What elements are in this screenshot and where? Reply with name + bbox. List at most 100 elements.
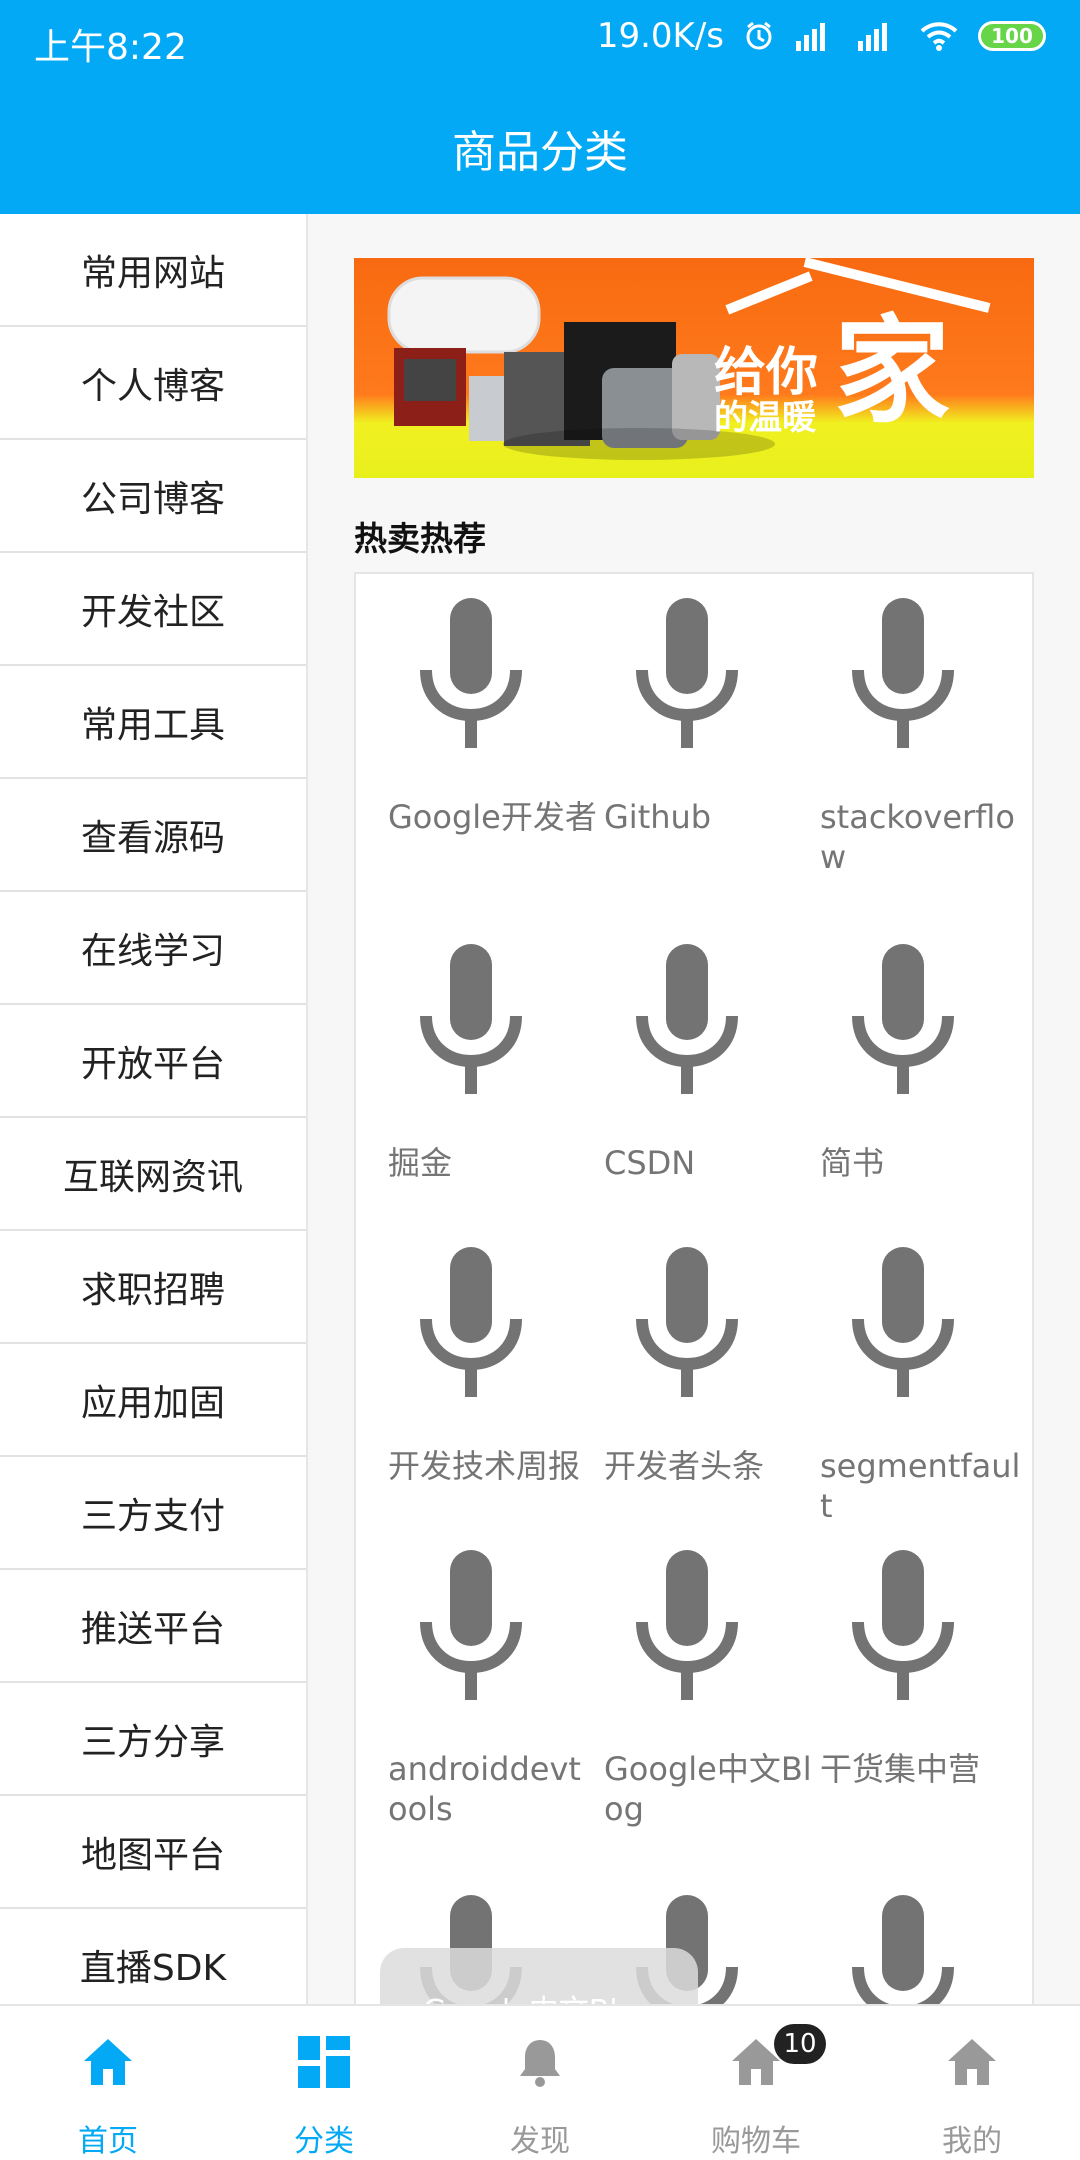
page-title: 商品分类 [452, 127, 628, 178]
nav-profile-label: 我的 [942, 2124, 1002, 2159]
grid-item-dev-weekly[interactable]: 开发技术周报 [356, 1223, 580, 1523]
grid-item-csdn[interactable]: CSDN [572, 920, 787, 1220]
sidebar-item-label: 互联网资讯 [62, 1156, 243, 1198]
sidebar-item-label: 推送平台 [80, 1608, 225, 1650]
sidebar-item-label: 三方支付 [80, 1495, 225, 1537]
grid-item-label: Google开发者 [388, 798, 597, 836]
battery-indicator: 100 [978, 21, 1046, 51]
grid-item-label: stackoverflow [820, 798, 1015, 876]
nav-cart[interactable]: 10 购物车 [648, 2024, 864, 2159]
mic-icon [852, 1895, 954, 2004]
sidebar-item-label: 直播SDK [79, 1947, 227, 1989]
profile-home-icon [948, 2039, 996, 2085]
cart-badge: 10 [774, 2024, 826, 2064]
sidebar-item-label: 常用网站 [80, 252, 225, 294]
nav-cart-label: 购物车 [711, 2124, 801, 2159]
sidebar-item-company-blog[interactable]: 公司博客 [0, 440, 306, 553]
category-icon [298, 2036, 350, 2088]
grid-item-androiddevtools[interactable]: androiddevtools [356, 1526, 581, 1828]
grid-item-google-developers[interactable]: Google开发者 [356, 574, 597, 874]
grid-item-juejin[interactable]: 掘金 [356, 920, 571, 1220]
home-icon [84, 2039, 132, 2085]
grid-item-github[interactable]: Github [572, 574, 787, 874]
sidebar-item-label: 地图平台 [80, 1834, 225, 1876]
signal-icon [794, 19, 838, 53]
sidebar-item-label: 求职招聘 [80, 1269, 225, 1311]
mic-icon [852, 1550, 954, 1700]
mic-icon [636, 1247, 738, 1397]
sidebar-item-online-learning[interactable]: 在线学习 [0, 892, 306, 1005]
grid-item-label: Github [604, 798, 712, 836]
grid-item-label: segmentfault [820, 1447, 1021, 1525]
sidebar-item-jobs[interactable]: 求职招聘 [0, 1231, 306, 1344]
grid-item-label: 干货集中营 [820, 1750, 981, 1788]
grid-item-label: 掘金 [388, 1144, 453, 1182]
sidebar-item-app-hardening[interactable]: 应用加固 [0, 1344, 306, 1457]
sidebar-item-label: 常用工具 [80, 704, 225, 746]
grid-item-label: 开发技术周报 [388, 1447, 581, 1485]
sidebar-item-personal-blog[interactable]: 个人博客 [0, 327, 306, 440]
promo-banner[interactable]: 给你 的温暖 家 [354, 258, 1034, 478]
main-content: 给你 的温暖 家 热卖热荐 Google开发者 Github stackover… [308, 214, 1080, 2004]
grid-item-gank-io[interactable]: 干货集中营 [788, 1526, 1003, 1826]
mic-icon [420, 1550, 522, 1700]
sidebar-item-label: 查看源码 [80, 817, 225, 859]
alarm-icon [742, 19, 776, 53]
grid-item-partial[interactable] [788, 1871, 1003, 2004]
sidebar-item-label: 开放平台 [80, 1043, 225, 1085]
signal-icon-secondary [856, 19, 900, 53]
wifi-icon [918, 19, 960, 53]
grid-item-label: 开发者头条 [604, 1447, 765, 1485]
grid-item-google-chinese-blog[interactable]: Google中文Blog [572, 1526, 812, 1828]
sidebar-item-third-party-payment[interactable]: 三方支付 [0, 1457, 306, 1570]
mic-icon [852, 1247, 954, 1397]
grid-item-label: 简书 [820, 1144, 885, 1182]
mic-icon [636, 598, 738, 748]
sidebar-item-common-tools[interactable]: 常用工具 [0, 666, 306, 779]
mic-icon [636, 1550, 738, 1700]
app-bar: 商品分类 [0, 78, 1080, 214]
nav-home[interactable]: 首页 [0, 2034, 216, 2159]
grid-item-stackoverflow[interactable]: stackoverflow [788, 574, 1015, 876]
grid-item-dev-headlines[interactable]: 开发者头条 [572, 1223, 787, 1523]
status-bar: 上午8:22 19.0K/s 100 [0, 0, 1080, 78]
sidebar-item-label: 在线学习 [80, 930, 225, 972]
mic-icon [420, 944, 522, 1094]
sidebar-item-common-sites[interactable]: 常用网站 [0, 214, 306, 327]
sidebar-item-push-platform[interactable]: 推送平台 [0, 1570, 306, 1683]
sidebar-item-internet-news[interactable]: 互联网资讯 [0, 1118, 306, 1231]
sidebar-item-source-code[interactable]: 查看源码 [0, 779, 306, 892]
grid-item-jianshu[interactable]: 简书 [788, 920, 1003, 1220]
sidebar-item-dev-community[interactable]: 开发社区 [0, 553, 306, 666]
sidebar-item-third-party-share[interactable]: 三方分享 [0, 1683, 306, 1796]
status-time: 上午8:22 [34, 27, 187, 68]
grid-item-segmentfault[interactable]: segmentfault [788, 1223, 1020, 1525]
hot-recommend-grid: Google开发者 Github stackoverflow 掘金 CSDN 简… [354, 572, 1034, 2004]
banner-text-home: 家 [834, 304, 950, 439]
sidebar-item-map-platform[interactable]: 地图平台 [0, 1796, 306, 1909]
hot-recommend-title: 热卖热荐 [354, 519, 486, 558]
grid-item-label: Google中文Blog [604, 1750, 812, 1828]
bell-icon [520, 2040, 560, 2087]
mic-icon [852, 598, 954, 748]
sidebar-item-label: 开发社区 [80, 591, 225, 633]
mic-icon [420, 1247, 522, 1397]
nav-profile[interactable]: 我的 [864, 2034, 1080, 2159]
nav-home-label: 首页 [78, 2124, 138, 2159]
sidebar-item-label: 三方分享 [80, 1721, 225, 1763]
sidebar-item-label: 应用加固 [80, 1382, 225, 1424]
network-speed: 19.0K/s [596, 16, 724, 56]
mic-icon [636, 944, 738, 1094]
mic-icon [420, 598, 522, 748]
nav-category[interactable]: 分类 [216, 2034, 432, 2159]
nav-category-label: 分类 [294, 2124, 354, 2159]
banner-text-secondary: 的温暖 [714, 398, 816, 438]
status-icons: 19.0K/s 100 [597, 16, 1046, 56]
sidebar-item-open-platform[interactable]: 开放平台 [0, 1005, 306, 1118]
sidebar-item-label: 公司博客 [80, 478, 225, 520]
bottom-navigation: 首页 分类 发现 10 购物车 我的 [0, 2004, 1080, 2160]
nav-discover[interactable]: 发现 [432, 2034, 648, 2159]
sidebar-item-label: 个人博客 [80, 365, 225, 407]
category-sidebar: 常用网站 个人博客 公司博客 开发社区 常用工具 查看源码 在线学习 开放平台 … [0, 214, 308, 2022]
grid-item-label: androiddevtools [388, 1750, 581, 1828]
